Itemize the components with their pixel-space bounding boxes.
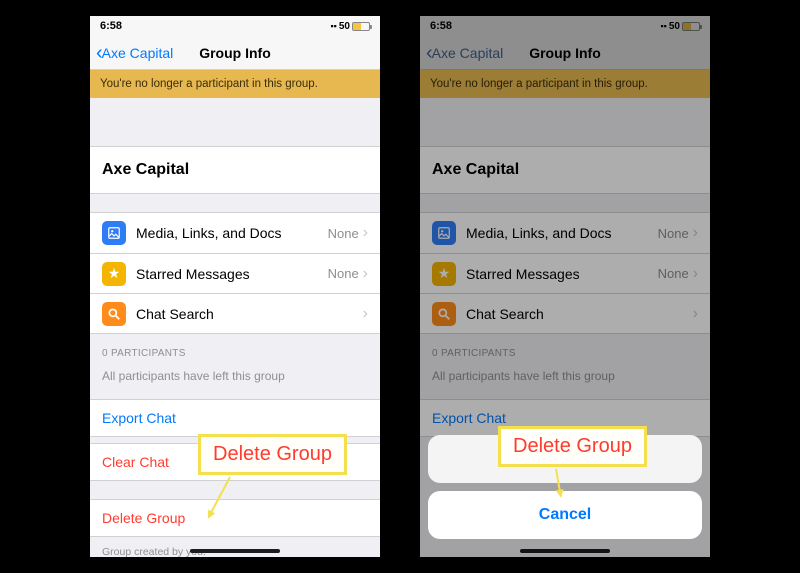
clear-chat-button[interactable]: Clear Chat [90,443,380,481]
status-time: 6:58 [100,20,122,32]
row-value: None [328,226,359,241]
sheet-delete-group[interactable]: Delete Group [428,435,702,483]
action-sheet: Delete Group Cancel [428,435,702,539]
delete-group-button[interactable]: Delete Group [90,499,380,537]
screenshot-right: 6:58 ▪▪ 50 ‹ Axe Capital Group Info You'… [420,16,710,557]
back-label: Axe Capital [102,45,174,61]
media-icon [102,221,126,245]
media-links-docs-row[interactable]: Media, Links, and Docs None › [90,213,380,253]
home-indicator [190,549,280,553]
row-label: Starred Messages [136,266,328,282]
not-participant-banner: You're no longer a participant in this g… [90,70,380,98]
info-section: Media, Links, and Docs None › ★ Starred … [90,212,380,334]
footer-note: Group created by you. Created at 6:56 PM… [90,537,380,557]
screenshot-left: 6:58 ▪▪ 50 ‹ Axe Capital Group Info You'… [90,16,380,557]
group-name: Axe Capital [90,146,380,194]
row-label: Chat Search [136,306,363,322]
export-chat-button[interactable]: Export Chat [90,399,380,437]
starred-messages-row[interactable]: ★ Starred Messages None › [90,253,380,293]
row-label: Media, Links, and Docs [136,225,328,241]
status-bar: 6:58 ▪▪ 50 [90,16,380,36]
back-button[interactable]: ‹ Axe Capital [96,43,173,63]
star-icon: ★ [102,262,126,286]
sheet-cancel[interactable]: Cancel [428,491,702,539]
nav-bar: ‹ Axe Capital Group Info [90,36,380,70]
search-icon [102,302,126,326]
row-value: None [328,266,359,281]
participants-note: All participants have left this group [90,363,380,399]
status-battery: ▪▪ 50 [330,21,370,32]
chevron-right-icon: › [363,224,368,242]
chevron-right-icon: › [363,305,368,323]
participants-header: 0 PARTICIPANTS [90,334,380,363]
chevron-right-icon: › [363,265,368,283]
chat-search-row[interactable]: Chat Search › [90,293,380,333]
